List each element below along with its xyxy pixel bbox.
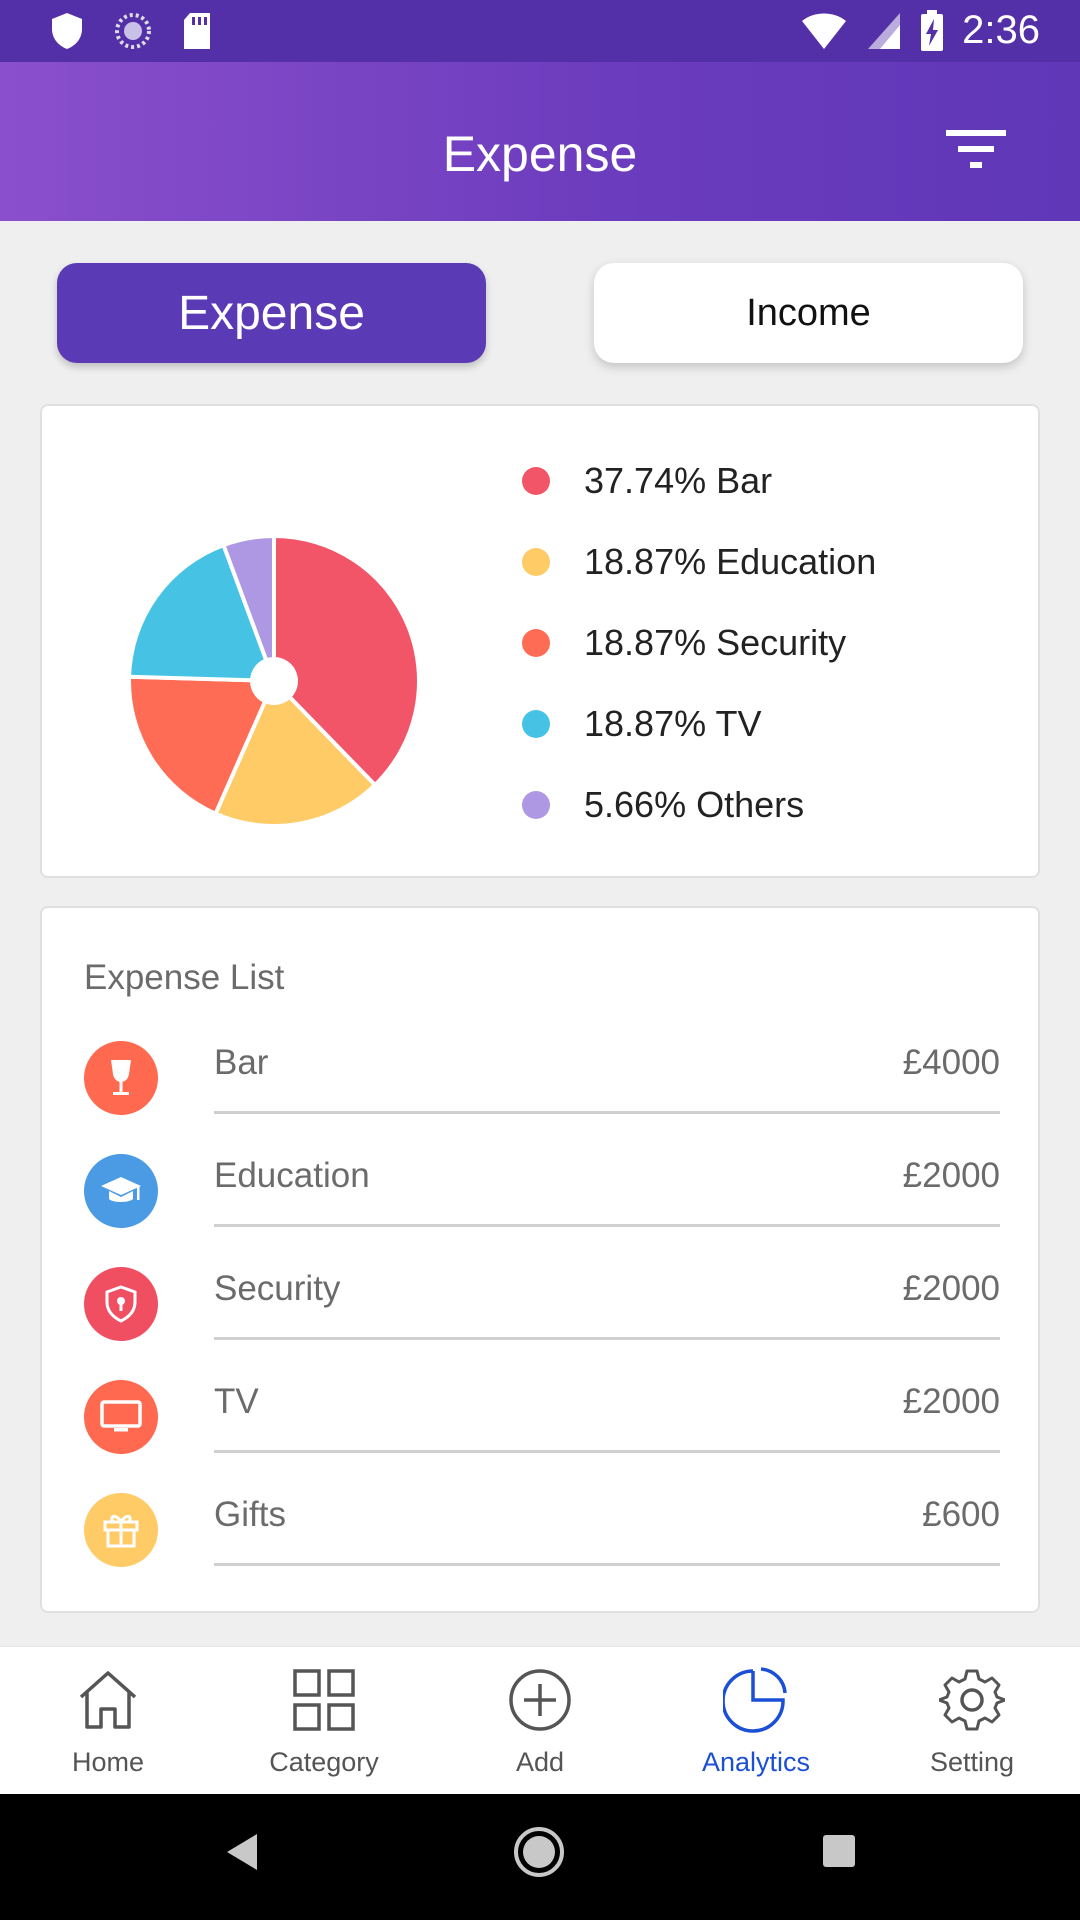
legend-item-security: 18.87% Security xyxy=(522,613,982,673)
expense-amount: £2000 xyxy=(902,1382,1000,1421)
expense-row-security[interactable]: Security £2000 xyxy=(42,1267,1042,1380)
nav-home[interactable]: Home xyxy=(0,1647,216,1795)
bottom-navigation: Home Category Add Analytics Setting xyxy=(0,1646,1080,1794)
nav-add[interactable]: Add xyxy=(432,1647,648,1795)
expense-tab-button[interactable]: Expense xyxy=(57,263,486,363)
home-icon xyxy=(79,1671,137,1729)
status-time: 2:36 xyxy=(962,8,1040,52)
signal-icon xyxy=(868,12,901,49)
wine-glass-icon xyxy=(84,1041,158,1115)
pie-chart-icon xyxy=(723,1667,787,1733)
sd-card-icon xyxy=(184,13,210,49)
legend-item-others: 5.66% Others xyxy=(522,775,982,835)
legend-dot xyxy=(522,629,550,657)
pie-center-hole xyxy=(250,657,298,705)
nav-label: Category xyxy=(269,1747,379,1777)
nav-label: Analytics xyxy=(701,1747,811,1777)
pie-chart xyxy=(127,533,421,828)
filter-button[interactable] xyxy=(946,128,1008,172)
grid-icon xyxy=(293,1669,355,1731)
legend-label: 18.87% Education xyxy=(584,541,877,582)
nav-label: Setting xyxy=(929,1747,1015,1777)
divider xyxy=(214,1563,1000,1566)
expense-amount: £2000 xyxy=(902,1156,1000,1195)
legend-item-bar: 37.74% Bar xyxy=(522,451,982,511)
nav-analytics[interactable]: Analytics xyxy=(648,1647,864,1795)
expense-row-tv[interactable]: TV £2000 xyxy=(42,1380,1042,1493)
legend-dot xyxy=(522,791,550,819)
filter-icon xyxy=(946,130,1006,168)
expense-name: Gifts xyxy=(214,1495,286,1534)
divider xyxy=(214,1450,1000,1453)
nav-label: Home xyxy=(71,1747,145,1777)
expense-row-education[interactable]: Education £2000 xyxy=(42,1154,1042,1267)
legend-dot xyxy=(522,467,550,495)
expense-name: Education xyxy=(214,1156,370,1195)
app-bar: Expense xyxy=(0,62,1080,221)
shield-status-icon xyxy=(52,13,82,49)
nav-category[interactable]: Category xyxy=(216,1647,432,1795)
recents-icon[interactable] xyxy=(822,1834,856,1868)
expense-amount: £600 xyxy=(922,1495,1000,1534)
divider xyxy=(214,1224,1000,1227)
nav-label: Add xyxy=(515,1747,565,1777)
page-title: Expense xyxy=(442,126,638,182)
graduation-cap-icon xyxy=(84,1154,158,1228)
shield-icon xyxy=(84,1267,158,1341)
expense-name: Security xyxy=(214,1269,341,1308)
legend-dot xyxy=(522,710,550,738)
income-tab-button[interactable]: Income xyxy=(594,263,1023,363)
legend-label: 18.87% TV xyxy=(584,703,762,744)
expense-amount: £2000 xyxy=(902,1269,1000,1308)
nav-setting[interactable]: Setting xyxy=(864,1647,1080,1795)
divider xyxy=(214,1337,1000,1340)
status-bar: 2:36 xyxy=(0,0,1080,62)
back-icon[interactable] xyxy=(225,1832,259,1872)
wifi-icon xyxy=(802,13,847,49)
chart-card: 37.74% Bar 18.87% Education 18.87% Secur… xyxy=(40,404,1040,878)
tv-icon xyxy=(84,1380,158,1454)
expense-amount: £4000 xyxy=(902,1043,1000,1082)
expense-row-gifts[interactable]: Gifts £600 xyxy=(42,1493,1042,1606)
gear-icon xyxy=(939,1669,1005,1731)
plus-circle-icon xyxy=(509,1669,571,1731)
legend-item-tv: 18.87% TV xyxy=(522,694,982,754)
expense-name: TV xyxy=(214,1382,259,1421)
gift-icon xyxy=(84,1493,158,1567)
legend-label: 18.87% Security xyxy=(584,622,847,663)
expense-row-bar[interactable]: Bar £4000 xyxy=(42,1041,1042,1154)
divider xyxy=(214,1111,1000,1114)
legend-item-education: 18.87% Education xyxy=(522,532,982,592)
legend-label: 37.74% Bar xyxy=(584,460,773,501)
system-navigation-bar xyxy=(0,1794,1080,1920)
expense-list-title: Expense List xyxy=(84,958,285,997)
expense-list-card: Expense List Bar £4000 Education £2000 S… xyxy=(40,906,1040,1613)
legend-dot xyxy=(522,548,550,576)
home-circle-icon[interactable] xyxy=(513,1826,565,1878)
expense-name: Bar xyxy=(214,1043,269,1082)
legend-label: 5.66% Others xyxy=(584,784,805,825)
sync-status-icon xyxy=(115,13,151,49)
battery-charging-icon xyxy=(921,9,944,51)
